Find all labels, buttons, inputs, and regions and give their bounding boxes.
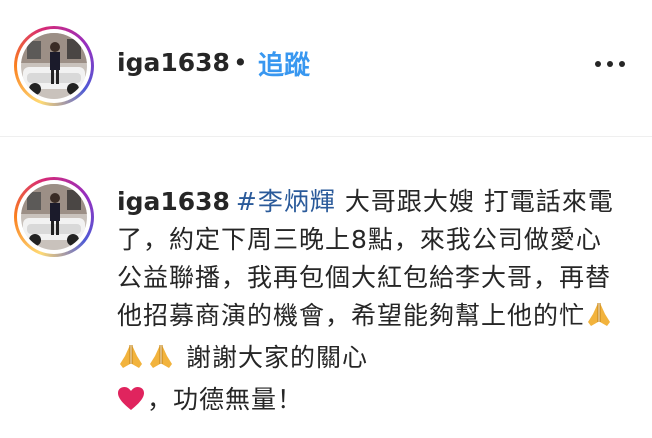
- comment-avatar[interactable]: [21, 184, 87, 250]
- comment-story-ring[interactable]: [14, 177, 94, 257]
- avatar[interactable]: [21, 33, 87, 99]
- red-heart-emoji: [117, 385, 145, 423]
- comment-username[interactable]: iga1638: [117, 187, 230, 216]
- comment-thanks: 謝謝大家的關心: [177, 343, 368, 372]
- separator-dot: •: [233, 48, 248, 77]
- post-username[interactable]: iga1638: [117, 48, 230, 77]
- post-header: iga1638 • 追蹤: [0, 0, 652, 137]
- more-horizontal-icon[interactable]: [593, 56, 627, 72]
- folded-hands-emoji: [585, 300, 613, 339]
- follow-button[interactable]: 追蹤: [258, 45, 310, 82]
- comment-text: iga1638 #李炳輝 大哥跟大嫂 打電話來電了，約定下周三晚上8點，來我公司做…: [117, 183, 627, 423]
- folded-hands-emoji: [147, 342, 175, 381]
- comment-ending: ，功德無量！: [147, 385, 304, 414]
- hashtag-link[interactable]: #李炳輝: [236, 187, 336, 216]
- folded-hands-emoji: [117, 342, 145, 381]
- story-ring[interactable]: [14, 26, 94, 106]
